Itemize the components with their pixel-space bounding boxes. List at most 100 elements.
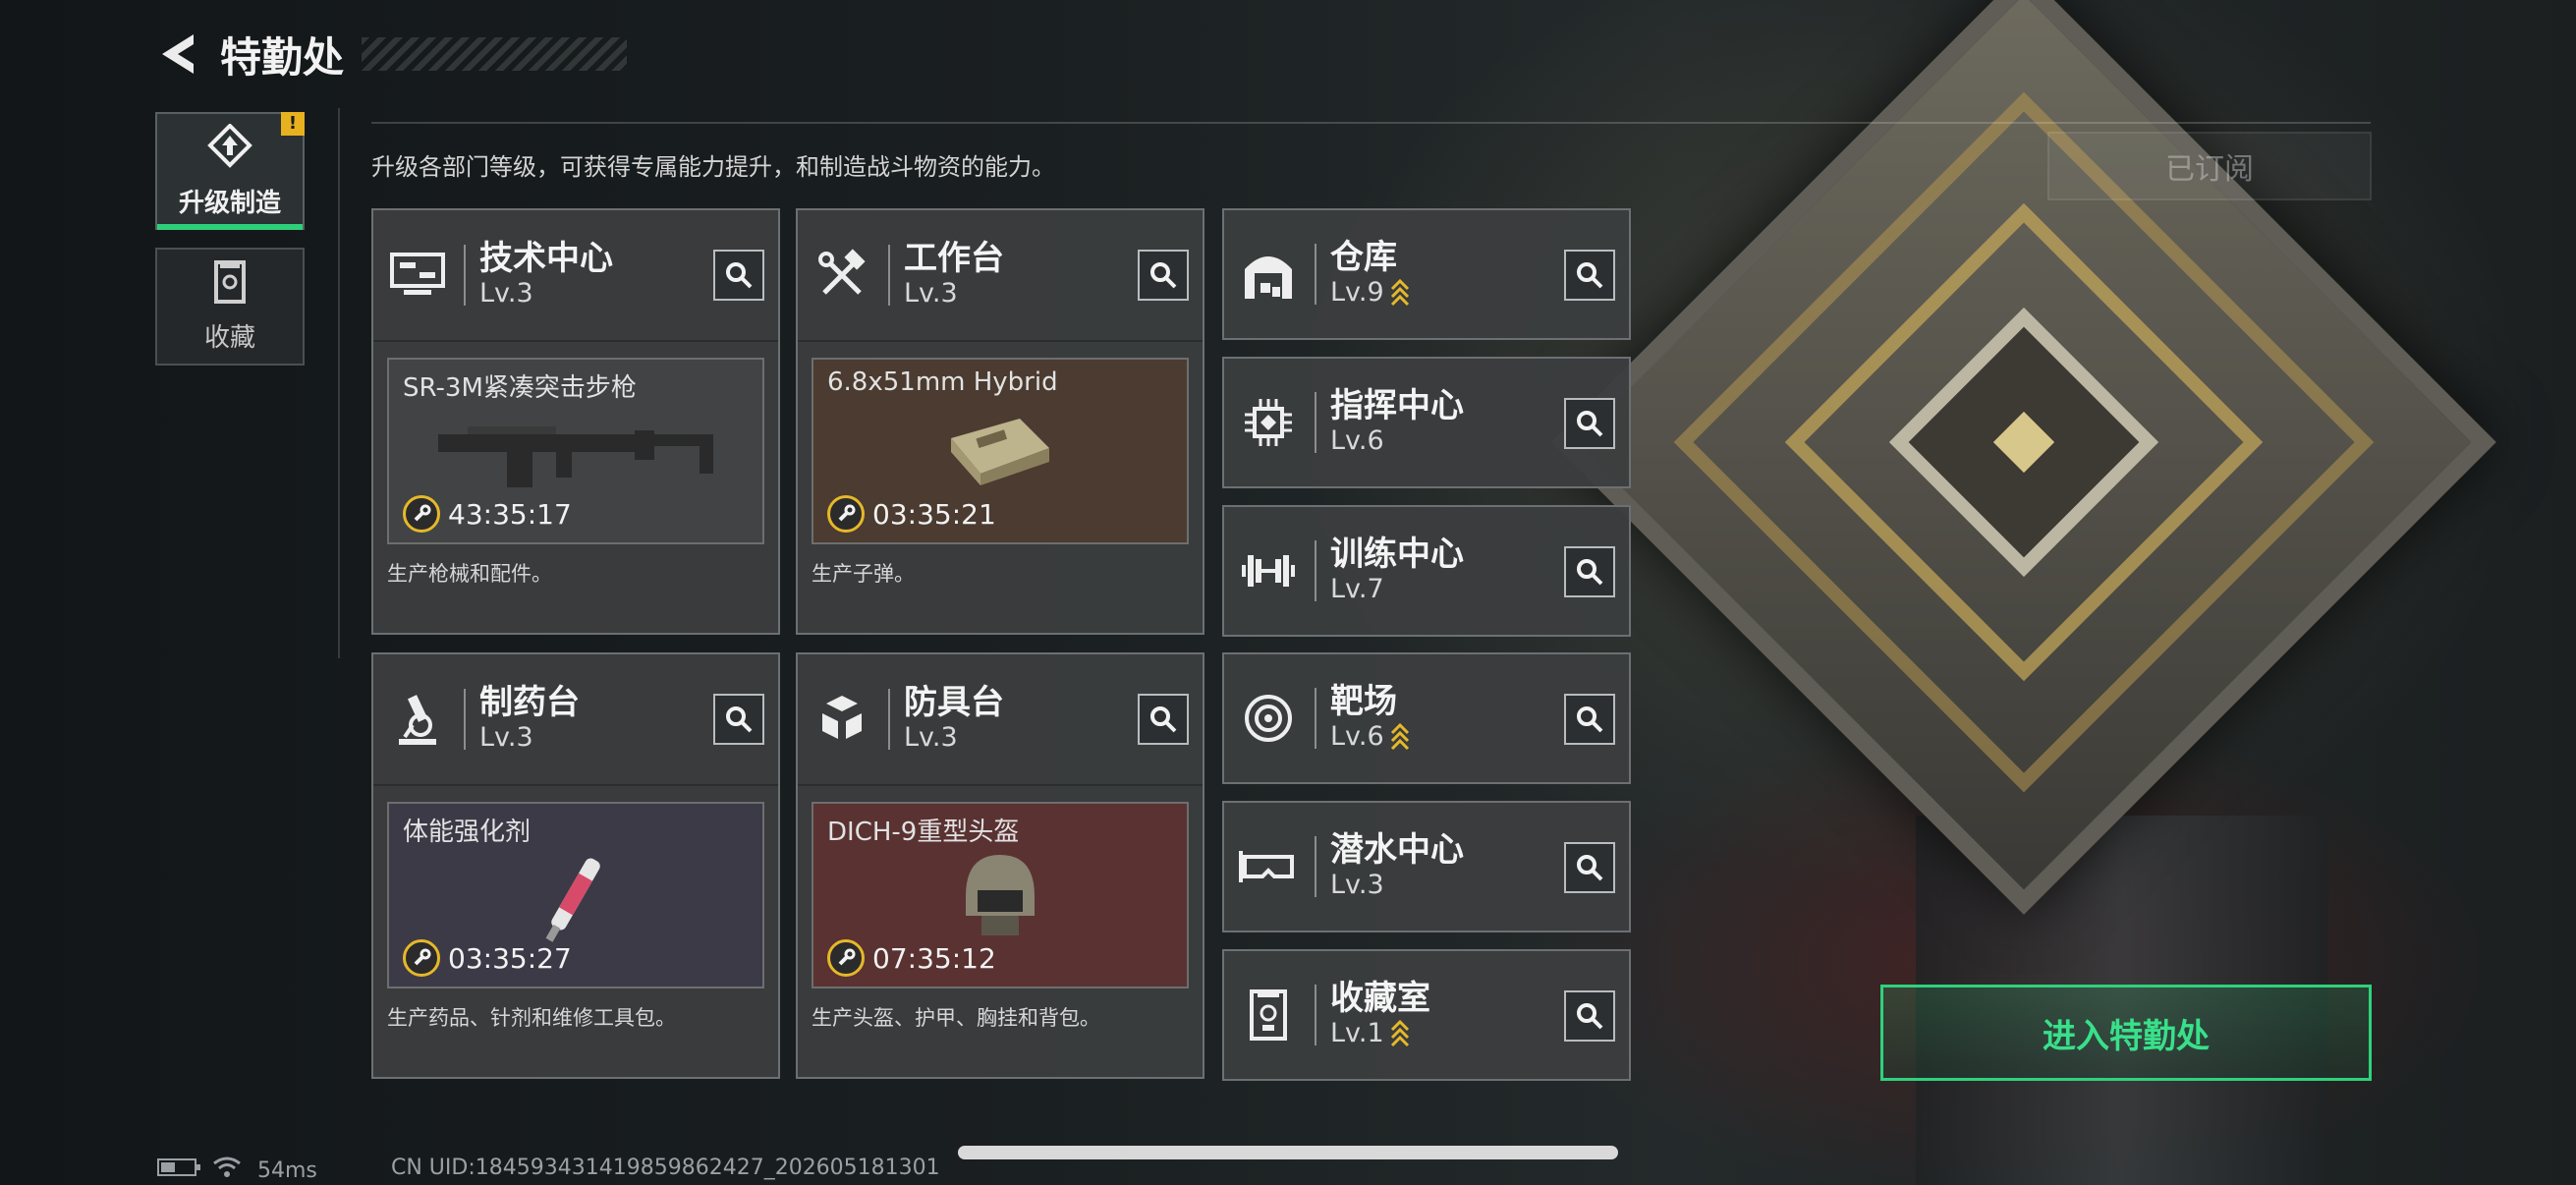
magnifier-icon (1577, 411, 1603, 437)
status-bar: 54ms (157, 1156, 317, 1185)
department-description: 生产头盔、护甲、胸挂和背包。 (812, 1006, 1100, 1030)
search-button[interactable] (713, 250, 764, 301)
facility-name: 训练中心 (1330, 535, 1464, 574)
wifi-icon (212, 1156, 242, 1185)
command-chip-icon (1238, 392, 1299, 453)
search-button[interactable] (1564, 694, 1615, 745)
product-name: SR-3M紧凑突击步枪 (403, 373, 637, 403)
facility-card-diving-center[interactable]: 潜水中心 Lv.3 (1222, 801, 1631, 932)
facility-level: Lv.6 (1330, 425, 1384, 456)
production-slot[interactable]: SR-3M紧凑突击步枪 43:35:17 (387, 358, 764, 544)
target-icon (1238, 688, 1299, 749)
department-description: 生产子弹。 (812, 562, 915, 586)
battery-icon (157, 1157, 202, 1184)
upgrade-chevrons-icon (1390, 723, 1410, 751)
search-button[interactable] (1138, 250, 1189, 301)
top-bar: 特勤处 (155, 22, 628, 86)
wrench-timer-icon (403, 939, 440, 977)
production-slot[interactable]: 体能强化剂 03:35:27 (387, 802, 764, 988)
search-button[interactable] (1564, 990, 1615, 1042)
search-button[interactable] (713, 694, 764, 745)
enter-special-ops-button[interactable]: 进入特勤处 (1880, 985, 2372, 1081)
magnifier-icon (726, 262, 753, 289)
rifle-image (428, 415, 723, 497)
search-button[interactable] (1564, 250, 1615, 301)
facility-card-warehouse[interactable]: 仓库 Lv.9 (1222, 208, 1631, 340)
search-button[interactable] (1564, 546, 1615, 597)
upgrade-chevrons-icon (1390, 1020, 1410, 1047)
hammer-wrench-icon (812, 245, 872, 306)
facility-name: 收藏室 (1330, 979, 1430, 1018)
wrench-timer-icon (827, 939, 865, 977)
back-arrow-icon[interactable] (155, 29, 200, 79)
subscribed-button[interactable]: 已订阅 (2047, 132, 2372, 200)
production-slot[interactable]: 6.8x51mm Hybrid 03:35:21 (812, 358, 1189, 544)
facility-level: Lv.7 (1330, 574, 1384, 604)
production-timer: 03:35:21 (872, 497, 996, 531)
wrench-timer-icon (827, 495, 865, 533)
divider (338, 108, 340, 658)
department-name: 技术中心 (479, 239, 613, 278)
user-uid: CN UID:1845934314198598​62427_2026051813… (391, 1156, 940, 1180)
helmet-image (956, 847, 1044, 949)
product-name: 体能强化剂 (403, 818, 532, 847)
search-button[interactable] (1564, 398, 1615, 449)
magnifier-icon (1577, 262, 1603, 289)
facility-level: Lv.6 (1330, 721, 1384, 752)
tab-label: 收藏 (203, 322, 255, 353)
ammo-box-image (941, 409, 1059, 491)
facility-card-training-center[interactable]: 训练中心 Lv.7 (1222, 505, 1631, 637)
department-level: Lv.3 (904, 722, 958, 753)
department-level: Lv.3 (904, 278, 958, 309)
production-timer: 07:35:12 (872, 941, 996, 975)
facility-card-shooting-range[interactable]: 靶场 Lv.6 (1222, 652, 1631, 784)
facility-name: 仓库 (1330, 238, 1397, 277)
search-button[interactable] (1138, 694, 1189, 745)
product-name: DICH-9重型头盔 (827, 818, 1020, 847)
search-button[interactable] (1564, 842, 1615, 893)
divider (371, 122, 2371, 124)
department-card-tech-center[interactable]: 技术中心 Lv.3 SR-3M紧凑突击步枪 43:35:17 生产枪械和配件。 (371, 208, 780, 635)
department-level: Lv.3 (479, 722, 533, 753)
trophy-case-icon (1238, 985, 1299, 1045)
facility-level: Lv.1 (1330, 1018, 1384, 1048)
production-timer: 03:35:27 (448, 941, 572, 975)
magnifier-icon (1577, 559, 1603, 586)
tab-label: 升级制造 (178, 188, 281, 218)
facility-name: 潜水中心 (1330, 830, 1464, 870)
ping-value: 54ms (257, 1157, 317, 1183)
department-card-armor[interactable]: 防具台 Lv.3 DICH-9重型头盔 07:35:12 生产头盔、护甲、胸挂和… (796, 652, 1204, 1079)
department-name: 制药台 (479, 683, 580, 722)
facility-name: 指挥中心 (1330, 386, 1464, 425)
magnifier-icon (1577, 706, 1603, 733)
department-name: 防具台 (904, 683, 1004, 722)
department-description: 生产药品、针剂和维修工具包。 (387, 1006, 676, 1030)
home-indicator[interactable] (958, 1146, 1618, 1159)
collection-case-icon (210, 259, 250, 308)
facility-level: Lv.9 (1330, 277, 1384, 308)
page-title: 特勤处 (220, 32, 345, 82)
warning-badge: ! (281, 112, 305, 136)
microscope-icon (387, 689, 448, 750)
diving-mask-icon (1238, 836, 1299, 897)
magnifier-icon (726, 706, 753, 733)
warehouse-icon (1238, 244, 1299, 305)
tab-upgrade-craft[interactable]: ! 升级制造 (155, 112, 305, 230)
dumbbell-icon (1238, 540, 1299, 601)
production-slot[interactable]: DICH-9重型头盔 07:35:12 (812, 802, 1189, 988)
tab-collection[interactable]: 收藏 (155, 248, 305, 366)
facility-card-collection-room[interactable]: 收藏室 Lv.1 (1222, 949, 1631, 1081)
facility-name: 靶场 (1330, 682, 1397, 721)
magnifier-icon (1577, 1003, 1603, 1030)
tech-console-icon (387, 245, 448, 306)
department-card-pharmacy[interactable]: 制药台 Lv.3 体能强化剂 03:35:27 生产药品、针剂和维修工具包。 (371, 652, 780, 1079)
section-description: 升级各部门等级，可获得专属能力提升，和制造战斗物资的能力。 (371, 153, 1055, 181)
department-card-workbench[interactable]: 工作台 Lv.3 6.8x51mm Hybrid 03:35:21 生产子弹。 (796, 208, 1204, 635)
magnifier-icon (1150, 706, 1177, 733)
armor-plates-icon (812, 689, 872, 750)
wrench-timer-icon (403, 495, 440, 533)
magnifier-icon (1577, 855, 1603, 881)
product-name: 6.8x51mm Hybrid (827, 367, 1058, 397)
facility-level: Lv.3 (1330, 870, 1384, 900)
facility-card-command-center[interactable]: 指挥中心 Lv.6 (1222, 357, 1631, 488)
